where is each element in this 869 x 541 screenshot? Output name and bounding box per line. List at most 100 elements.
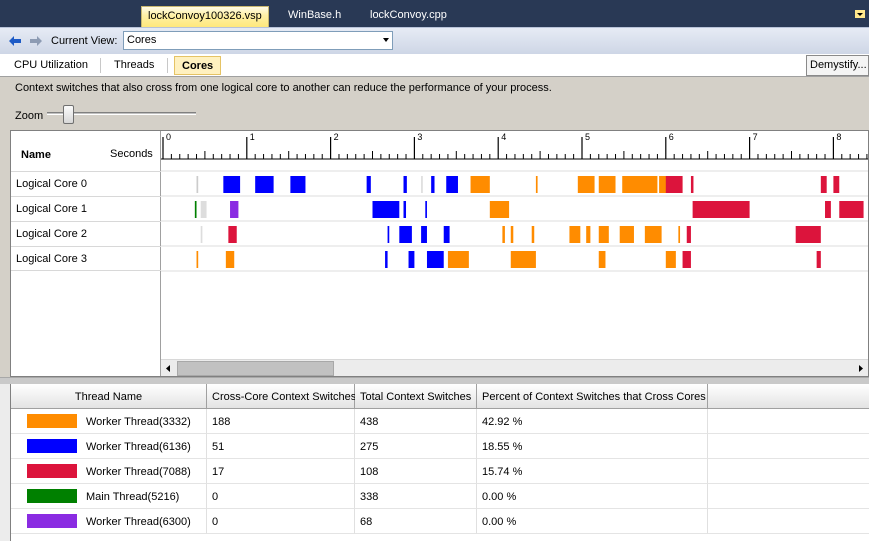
activity-segment — [200, 201, 207, 218]
activity-segment — [403, 201, 407, 218]
tab-lockconvoy-vsp[interactable]: lockConvoy100326.vsp — [141, 6, 269, 27]
percent-cell: 18.55 % — [477, 434, 708, 459]
tab-dropdown-icon[interactable] — [855, 10, 865, 18]
activity-segment — [230, 201, 239, 218]
core-row-label[interactable]: Logical Core 0 — [11, 171, 161, 196]
activity-segment — [577, 176, 595, 193]
activity-segment — [502, 226, 505, 243]
activity-segment — [598, 251, 606, 268]
core-row-label[interactable]: Logical Core 3 — [11, 246, 161, 271]
activity-segment — [255, 176, 274, 193]
core-row-label[interactable]: Logical Core 2 — [11, 221, 161, 246]
back-arrow-icon[interactable] — [8, 34, 22, 48]
thread-color-swatch — [27, 514, 77, 528]
activity-segment — [225, 251, 235, 268]
activity-segment — [795, 226, 821, 243]
tick-label: 0 — [166, 132, 171, 142]
thread-name-header[interactable]: Thread Name — [11, 384, 207, 409]
activity-segment — [686, 226, 691, 243]
tab-cpu-utilization[interactable]: CPU Utilization — [7, 56, 95, 75]
seconds-header: Seconds — [110, 148, 153, 160]
cores-view-pane: Context switches that also cross from on… — [0, 77, 869, 377]
empty-cell — [708, 484, 869, 509]
activity-segment — [569, 226, 581, 243]
cross-core-cell: 0 — [207, 484, 355, 509]
activity-segment — [446, 176, 458, 193]
thread-name: Worker Thread(7088) — [86, 466, 191, 478]
pane-splitter[interactable] — [0, 377, 869, 384]
table-row[interactable]: Worker Thread(3332) 188 438 42.92 % — [11, 409, 869, 434]
tick-label: 2 — [334, 132, 339, 142]
activity-segment — [816, 251, 821, 268]
activity-segment — [644, 226, 662, 243]
activity-segment — [223, 176, 241, 193]
thread-color-swatch — [27, 414, 77, 428]
tab-threads[interactable]: Threads — [107, 56, 161, 75]
core-row-label[interactable]: Logical Core 1 — [11, 196, 161, 221]
zoom-slider-thumb[interactable] — [62, 105, 74, 124]
activity-segment — [510, 251, 536, 268]
activity-segment — [470, 176, 490, 193]
cross-core-cell: 51 — [207, 434, 355, 459]
table-row[interactable]: Worker Thread(7088) 17 108 15.74 % — [11, 459, 869, 484]
total-switches-cell: 338 — [355, 484, 477, 509]
total-switches-cell: 275 — [355, 434, 477, 459]
activity-segment — [431, 176, 435, 193]
thread-table: Thread Name Cross-Core Context Switches … — [10, 384, 869, 541]
activity-segment — [535, 176, 538, 193]
timeline-canvas[interactable]: 0 1 2 3 4 5 6 7 8 — [161, 131, 868, 359]
activity-segment — [421, 226, 427, 243]
current-view-select[interactable]: Cores — [123, 31, 393, 50]
scroll-left-icon — [166, 365, 170, 372]
thread-name-cell: Main Thread(5216) — [11, 484, 207, 509]
cross-core-cell: 0 — [207, 509, 355, 534]
tab-winbase-h[interactable]: WinBase.h — [282, 6, 347, 27]
cores-timeline-chart: Name Seconds Logical Core 0 Logical Core… — [10, 130, 869, 377]
activity-segment — [421, 176, 423, 193]
view-tabs-bar: CPU Utilization Threads Cores Demystify.… — [0, 54, 869, 77]
zoom-label: Zoom — [15, 110, 44, 122]
cross-core-header[interactable]: Cross-Core Context Switches — [207, 384, 356, 409]
activity-segment — [366, 176, 371, 193]
total-switches-cell: 108 — [355, 459, 477, 484]
thread-color-swatch — [27, 439, 77, 453]
activity-segment — [682, 251, 691, 268]
activity-segment — [690, 176, 694, 193]
activity-segment — [598, 176, 616, 193]
activity-segment — [665, 176, 683, 193]
table-row[interactable]: Worker Thread(6300) 0 68 0.00 % — [11, 509, 869, 534]
thread-color-swatch — [27, 464, 77, 478]
current-view-value: Cores — [127, 34, 157, 46]
demystify-button[interactable]: Demystify... — [806, 55, 869, 76]
tick-label: 1 — [250, 132, 255, 142]
tick-label: 7 — [753, 132, 758, 142]
total-switches-header[interactable]: Total Context Switches — [355, 384, 477, 409]
tab-lockconvoy-cpp[interactable]: lockConvoy.cpp — [364, 6, 453, 27]
percent-header[interactable]: Percent of Context Switches that Cross C… — [477, 384, 708, 409]
table-row[interactable]: Worker Thread(6136) 51 275 18.55 % — [11, 434, 869, 459]
tab-cores[interactable]: Cores — [174, 56, 222, 75]
percent-cell: 0.00 % — [477, 484, 708, 509]
table-row[interactable]: Main Thread(5216) 0 338 0.00 % — [11, 484, 869, 509]
info-text: Context switches that also cross from on… — [15, 82, 552, 94]
tick-label: 8 — [836, 132, 841, 142]
activity-segment — [598, 226, 609, 243]
activity-segment — [200, 226, 203, 243]
tick-label: 4 — [501, 132, 506, 142]
scroll-left-button[interactable] — [161, 361, 176, 376]
document-tab-strip: lockConvoy100326.vsp WinBase.h lockConvo… — [0, 0, 869, 27]
activity-segment — [833, 176, 840, 193]
horizontal-scrollbar[interactable] — [161, 359, 868, 376]
scrollbar-thumb[interactable] — [177, 361, 334, 376]
scroll-right-button[interactable] — [853, 361, 868, 376]
core-name-column: Name Seconds Logical Core 0 Logical Core… — [11, 131, 161, 376]
activity-segment — [387, 226, 390, 243]
cross-core-cell: 188 — [207, 409, 355, 434]
empty-cell — [708, 509, 869, 534]
thread-name-cell: Worker Thread(6136) — [11, 434, 207, 459]
tick-label: 5 — [585, 132, 590, 142]
name-column-header: Name — [21, 149, 51, 161]
forward-arrow-icon[interactable] — [29, 34, 43, 48]
activity-segment — [510, 226, 514, 243]
activity-segment — [443, 226, 450, 243]
